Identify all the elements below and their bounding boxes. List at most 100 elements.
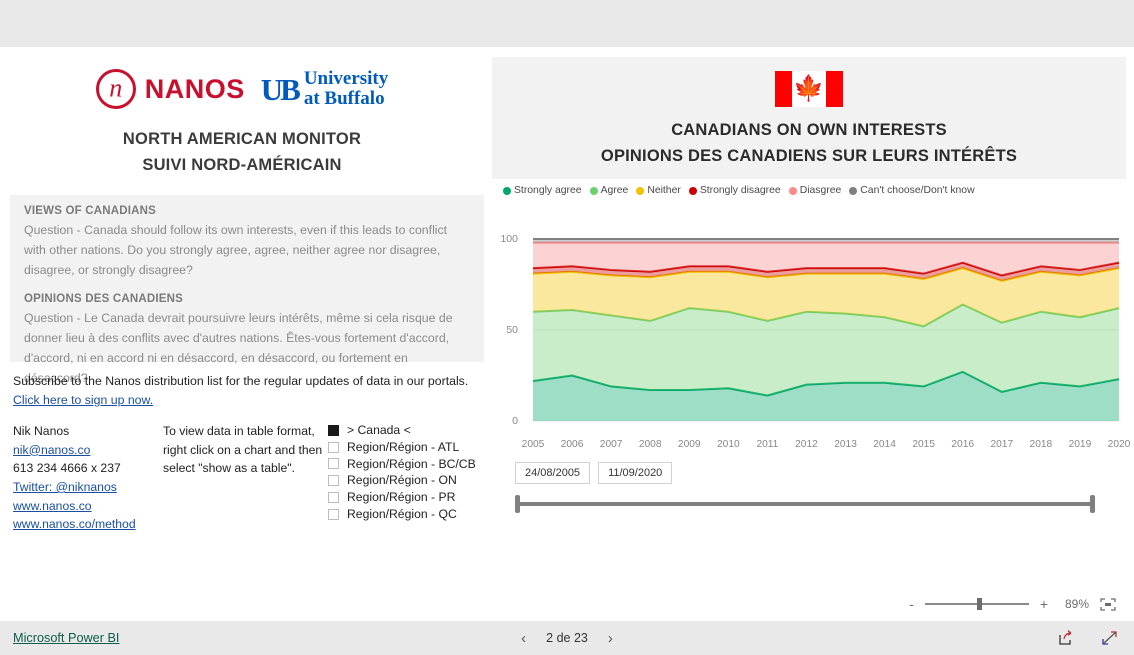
chart-title: CANADIANS ON OWN INTERESTS OPINIONS DES …: [492, 117, 1126, 170]
region-item-bc-cb[interactable]: Region/Région - BC/CB: [328, 456, 483, 473]
region-label: Region/Région - QC: [347, 506, 457, 521]
region-item-canada[interactable]: > Canada <: [328, 422, 483, 439]
legend-label: Strongly agree: [514, 185, 582, 196]
y-axis-label: 0: [512, 415, 518, 427]
legend-item[interactable]: Agree: [589, 185, 629, 196]
bottom-icon-group[interactable]: [1058, 630, 1118, 646]
ub-line-1: University: [303, 68, 389, 90]
x-axis-label: 2013: [834, 439, 857, 450]
views-en-heading: VIEWS OF CANADIANS: [24, 205, 157, 217]
contact-email[interactable]: nik@nanos.co: [13, 441, 163, 460]
zoom-slider-thumb[interactable]: [976, 598, 982, 610]
legend-label: Strongly disagree: [699, 185, 781, 196]
date-from-field[interactable]: 24/08/2005: [515, 462, 591, 484]
footer-columns: Nik Nanos nik@nanos.co 613 234 4666 x 23…: [13, 422, 483, 534]
fit-to-page-icon[interactable]: [1100, 597, 1116, 611]
x-axis-label: 2011: [756, 439, 779, 450]
page-title-en: NORTH AMERICAN MONITOR: [122, 130, 362, 148]
slider-track[interactable]: [515, 502, 1095, 506]
legend-swatch-icon: [688, 186, 697, 195]
views-fr-heading: OPINIONS DES CANADIENS: [24, 293, 184, 306]
contact-name: Nik Nanos: [13, 424, 70, 438]
y-axis-label: 100: [500, 233, 518, 245]
table-view-hint: To view data in table format, right clic…: [163, 424, 323, 476]
legend-item[interactable]: Diasgree: [788, 185, 841, 196]
x-axis-label: 2009: [677, 439, 701, 450]
report-canvas: NANOS UB University at Buffalo NORTH AME…: [0, 47, 1134, 549]
zoom-control[interactable]: - + 89%: [909, 597, 1116, 611]
slider-handle-right[interactable]: [1090, 495, 1095, 513]
checkbox-icon[interactable]: [328, 458, 339, 470]
legend-item[interactable]: Strongly agree: [503, 185, 582, 196]
fullscreen-icon[interactable]: [1101, 630, 1118, 646]
date-to-field[interactable]: 11/09/2020: [598, 462, 673, 484]
legend-label: Neither: [647, 185, 681, 196]
nanos-wordmark: NANOS: [144, 73, 245, 104]
zoom-out-button[interactable]: -: [909, 597, 914, 611]
slider-handle-left[interactable]: [515, 495, 520, 513]
x-axis-label: 2008: [638, 439, 662, 450]
contact-twitter[interactable]: Twitter: @niknanos: [13, 478, 163, 497]
x-axis-label: 2020: [1107, 439, 1131, 450]
checkbox-icon[interactable]: [328, 441, 339, 453]
legend-item[interactable]: Can't choose/Don't know: [849, 185, 975, 196]
legend-swatch-icon: [788, 186, 797, 195]
checkbox-icon[interactable]: [328, 508, 339, 520]
zoom-bar: - + 89%: [0, 549, 1134, 621]
legend-swatch-icon: [849, 186, 858, 195]
zoom-slider[interactable]: [924, 598, 1029, 610]
share-icon[interactable]: [1058, 630, 1075, 646]
ub-line-2: at Buffalo: [303, 88, 385, 109]
y-axis-label: 50: [506, 324, 518, 336]
region-item-pr[interactable]: Region/Région - PR: [328, 489, 483, 506]
zoom-in-button[interactable]: +: [1040, 597, 1048, 611]
region-item-on[interactable]: Region/Région - ON: [328, 472, 483, 489]
university-at-buffalo-logo: UB University at Buffalo: [261, 69, 389, 109]
stacked-area-chart[interactable]: [492, 237, 1126, 437]
checkbox-icon[interactable]: [328, 492, 339, 504]
contact-method-link[interactable]: www.nanos.co/method: [13, 515, 163, 534]
subscribe-label: Subscribe to the Nanos distribution list…: [13, 374, 469, 388]
chart-title-en: CANADIANS ON OWN INTERESTS: [671, 121, 947, 139]
region-item-atl[interactable]: Region/Région - ATL: [328, 439, 483, 456]
subscribe-link[interactable]: Click here to sign up now.: [13, 393, 153, 407]
page-navigation[interactable]: ‹ 2 de 23 ›: [521, 631, 613, 646]
chevron-right-icon[interactable]: ›: [608, 631, 613, 646]
chevron-left-icon[interactable]: ‹: [521, 631, 526, 646]
subscribe-text: Subscribe to the Nanos distribution list…: [13, 372, 475, 410]
powerbi-link[interactable]: Microsoft Power BI: [13, 631, 119, 645]
x-axis-label: 2014: [873, 439, 896, 450]
question-panel: VIEWS OF CANADIANS Question - Canada sho…: [10, 195, 484, 385]
canada-flag-icon: 🍁: [775, 71, 843, 107]
date-range-fields[interactable]: 24/08/2005 11/09/2020: [515, 462, 673, 484]
legend-label: Can't choose/Don't know: [860, 185, 975, 196]
region-item-qc[interactable]: Region/Région - QC: [328, 506, 483, 523]
chart-plot-area[interactable]: 0 50 100 2005 2006 2007 2008 2009 2010 2011 2012 2…: [492, 233, 1130, 452]
area-band[interactable]: [533, 304, 1119, 396]
legend-label: Agree: [600, 185, 629, 196]
contact-website[interactable]: www.nanos.co: [13, 497, 163, 516]
legend-item[interactable]: Neither: [636, 185, 681, 196]
page-indicator: 2 de 23: [546, 631, 588, 645]
x-axis-label: 2012: [795, 439, 818, 450]
zoom-percent-label: 89%: [1064, 597, 1089, 611]
x-axis-label: 2016: [951, 439, 975, 450]
x-axis-label: 2017: [990, 439, 1014, 450]
chart-legend[interactable]: Strongly agree Agree Neither Strongly disag…: [503, 185, 979, 196]
x-axis-label: 2005: [521, 439, 545, 450]
chart-title-fr: OPINIONS DES CANADIENS SUR LEURS INTÉRÊT…: [600, 147, 1018, 166]
region-filter-list[interactable]: > Canada < Region/Région - ATL Region/Ré…: [328, 422, 483, 534]
page-title-fr: SUIVI NORD-AMÉRICAIN: [142, 155, 342, 174]
checkbox-icon[interactable]: [328, 424, 339, 436]
checkbox-icon[interactable]: [328, 475, 339, 487]
legend-swatch-icon: [636, 186, 645, 195]
x-axis-label: 2018: [1029, 439, 1053, 450]
logo-row: NANOS UB University at Buffalo: [0, 61, 484, 117]
date-range-slider[interactable]: [515, 495, 1095, 513]
x-axis-label: 2010: [716, 439, 740, 450]
legend-item[interactable]: Strongly disagree: [688, 185, 781, 196]
x-axis-label: 2007: [599, 439, 623, 450]
contact-column: Nik Nanos nik@nanos.co 613 234 4666 x 23…: [13, 422, 163, 534]
x-axis-label: 2006: [560, 439, 584, 450]
nanos-logo: NANOS: [95, 69, 245, 109]
